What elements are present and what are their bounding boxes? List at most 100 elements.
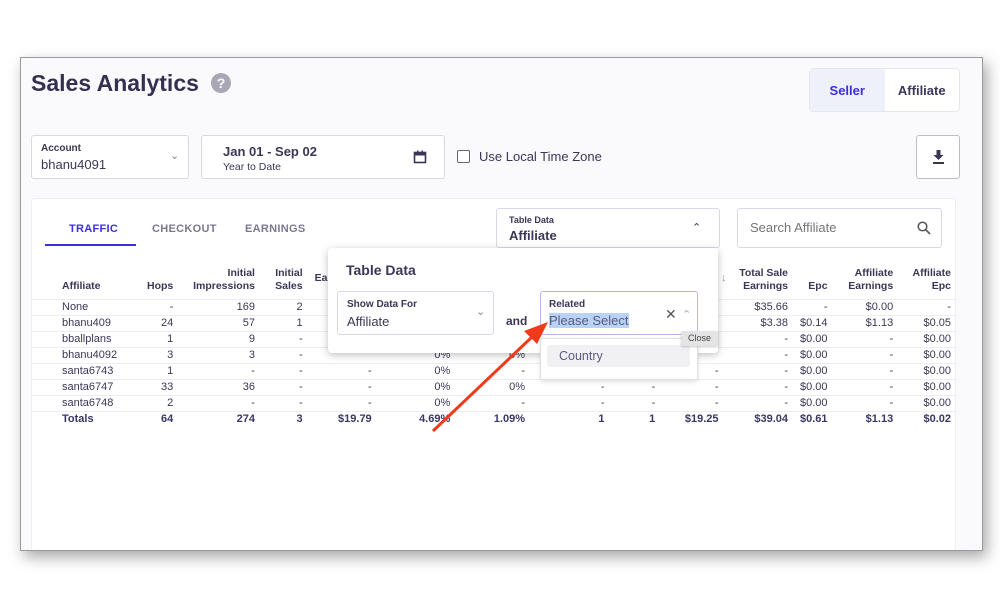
tab-earnings[interactable]: EARNINGS	[245, 223, 305, 235]
table-cell: -	[308, 378, 378, 395]
table-cell: $0.00	[794, 346, 834, 363]
download-button[interactable]	[916, 135, 960, 179]
table-cell: $0.02	[899, 410, 957, 427]
affiliate-toggle[interactable]: Affiliate	[885, 69, 960, 111]
table-cell: -	[610, 394, 662, 411]
chevron-up-icon[interactable]: ⌃	[682, 308, 691, 321]
table-cell: 9	[179, 330, 261, 347]
table-cell: -	[456, 394, 531, 411]
search-input[interactable]	[750, 220, 910, 235]
table-cell: -	[456, 362, 531, 379]
table-cell: 1	[129, 330, 180, 347]
column-header[interactable]: Epc	[794, 259, 834, 299]
table-cell: -	[260, 394, 309, 411]
table-row: santa6747 33 36- -0% 0% - - - - $0.00- $0.00	[32, 378, 957, 395]
role-toggle: Seller Affiliate	[809, 68, 960, 112]
table-cell: $0.00	[899, 330, 957, 347]
account-select[interactable]: Account bhanu4091 ⌄	[31, 135, 189, 179]
date-range: Jan 01 - Sep 02	[223, 144, 317, 159]
table-cell: -	[724, 362, 795, 379]
column-header[interactable]: Initial Impressions	[179, 259, 261, 299]
account-value: bhanu4091	[41, 157, 107, 172]
table-cell: 1	[260, 314, 309, 331]
table-cell: -	[833, 330, 900, 347]
table-cell: -	[531, 378, 611, 395]
table-cell: 0%	[377, 378, 457, 395]
table-cell: $0.05	[899, 314, 957, 331]
column-header-text: Earnings	[848, 279, 894, 292]
date-range-picker[interactable]: Jan 01 - Sep 02 Year to Date	[201, 135, 445, 179]
table-cell: -	[833, 346, 900, 363]
table-cell: None	[32, 298, 130, 315]
table-cell: -	[833, 394, 900, 411]
table-cell: $0.00	[794, 362, 834, 379]
table-cell: -	[661, 394, 725, 411]
column-header[interactable]: Affiliate Earnings	[834, 259, 900, 299]
table-cell: -	[531, 394, 611, 411]
column-header[interactable]: Initial Sales	[261, 259, 309, 299]
table-cell: -	[308, 394, 378, 411]
help-icon[interactable]: ?	[211, 73, 231, 93]
option-country[interactable]: Country	[547, 345, 690, 367]
chevron-down-icon: ⌄	[476, 306, 486, 318]
column-header[interactable]: Affiliate Epc	[899, 259, 957, 299]
table-cell: $0.61	[794, 410, 834, 427]
chevron-up-icon: ⌃	[692, 222, 702, 234]
table-cell: 64	[129, 410, 180, 427]
table-cell: $3.38	[724, 314, 795, 331]
table-cell: $0.00	[899, 378, 957, 395]
download-icon	[933, 150, 944, 164]
tab-traffic[interactable]: TRAFFIC	[69, 223, 118, 235]
clear-icon[interactable]: ✕	[665, 306, 677, 323]
show-data-for-select[interactable]: Show Data For Affiliate ⌄	[337, 291, 494, 335]
tab-checkout[interactable]: CHECKOUT	[152, 223, 217, 235]
seller-toggle[interactable]: Seller	[810, 69, 885, 111]
date-preset: Year to Date	[223, 161, 281, 173]
column-header[interactable]: Affiliate	[32, 259, 130, 299]
column-header-text: Impressions	[193, 279, 255, 292]
table-cell: 3	[129, 346, 180, 363]
sort-arrow-icon[interactable]: ↓	[721, 272, 727, 284]
column-header-text: Epc	[808, 279, 828, 292]
column-header-text: Initial	[227, 267, 255, 280]
table-cell: bhanu409	[32, 314, 130, 331]
table-cell: -	[833, 378, 900, 395]
table-cell: -	[129, 298, 180, 315]
table-cell: $1.13	[833, 410, 900, 427]
table-row: santa6748 2- - -0% - - - - - $0.00- $0.00	[32, 394, 957, 411]
table-cell: $19.79	[308, 410, 378, 427]
table-cell: 1	[129, 362, 180, 379]
table-cell: -	[260, 378, 309, 395]
search-icon	[917, 221, 931, 235]
column-header[interactable]: Hops	[130, 259, 180, 299]
table-cell: -	[794, 298, 834, 315]
table-cell: $19.25	[661, 410, 725, 427]
search-affiliate[interactable]	[737, 208, 942, 248]
related-value[interactable]: Please Select	[549, 313, 629, 328]
column-header[interactable]: Total Sale Earnings	[725, 259, 794, 299]
chevron-down-icon: ⌄	[170, 150, 180, 162]
table-cell: -	[260, 346, 309, 363]
table-cell: 0%	[377, 394, 457, 411]
local-timezone-checkbox[interactable]	[457, 150, 470, 163]
table-cell: $35.66	[724, 298, 795, 315]
related-label: Related	[549, 299, 586, 310]
account-label: Account	[41, 143, 81, 154]
table-data-select[interactable]: Table Data Affiliate ⌃	[496, 208, 720, 248]
table-cell: $0.00	[899, 346, 957, 363]
table-cell: 169	[179, 298, 261, 315]
totals-row: Totals 64 274 3 $19.79 4.69% 1.09% 1 1 $19.25 $39.…	[32, 410, 957, 427]
table-data-value: Affiliate	[509, 228, 557, 243]
table-cell: $0.00	[794, 330, 834, 347]
table-row: santa67431---0%-----$0.00-$0.00	[32, 362, 957, 379]
table-cell: -	[179, 362, 261, 379]
show-data-for-label: Show Data For	[347, 299, 418, 310]
related-select[interactable]: Related Please Select ✕ ⌃	[540, 291, 698, 335]
table-cell: -	[260, 330, 309, 347]
table-cell: 4.69%	[377, 410, 457, 427]
table-cell: 57	[179, 314, 261, 331]
table-cell: $0.00	[794, 378, 834, 395]
column-header-text: Ea	[314, 272, 328, 285]
table-cell: $1.13	[833, 314, 900, 331]
table-cell: -	[661, 378, 725, 395]
